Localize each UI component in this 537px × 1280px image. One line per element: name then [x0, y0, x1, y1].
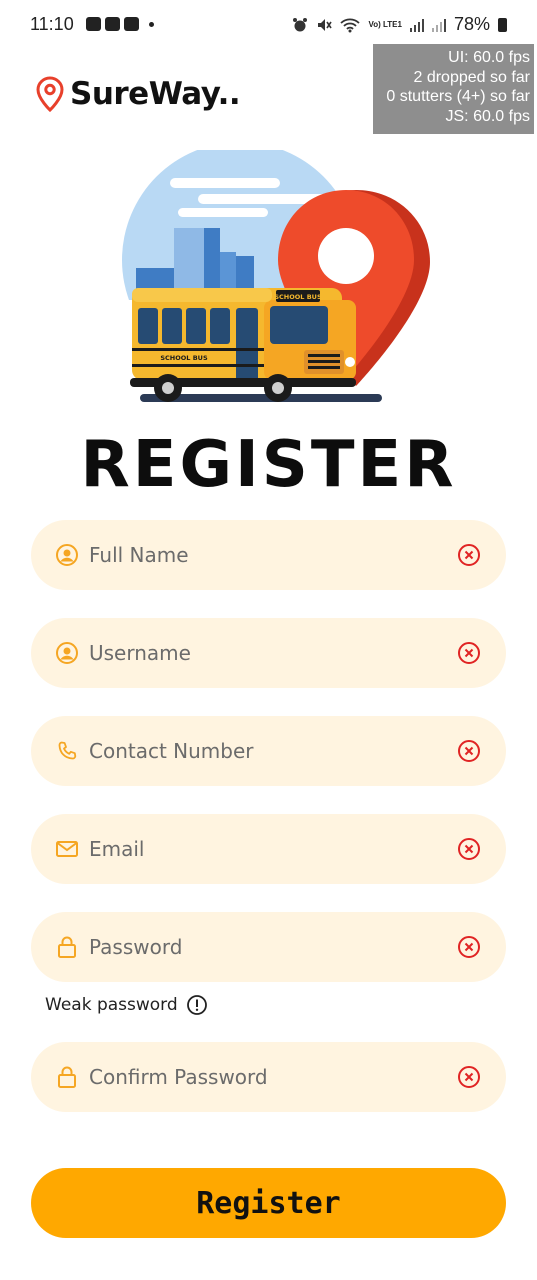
confirm-password-field-container	[31, 1042, 506, 1112]
password-field-container	[31, 912, 506, 982]
password-strength-hint: Weak password	[45, 994, 208, 1016]
username-input[interactable]	[89, 636, 449, 670]
fps-ui: UI: 60.0 fps	[448, 49, 530, 66]
contact-number-input[interactable]	[89, 734, 449, 768]
register-button[interactable]: Register	[31, 1168, 506, 1238]
confirm-password-input[interactable]	[89, 1060, 449, 1094]
mute-icon	[318, 18, 333, 31]
network-type: Vo) LTE1	[368, 19, 402, 29]
full-name-input[interactable]	[89, 538, 449, 572]
bus-side-label: SCHOOL BUS	[160, 354, 208, 362]
full-name-field-container	[31, 520, 506, 590]
contact-field-container	[31, 716, 506, 786]
password-input[interactable]	[89, 930, 449, 964]
map-pin-icon	[36, 76, 64, 112]
battery-icon	[498, 17, 507, 32]
email-field-container	[31, 814, 506, 884]
page-title: REGISTER	[80, 428, 457, 502]
clear-username-icon[interactable]	[457, 641, 481, 665]
clear-password-icon[interactable]	[457, 935, 481, 959]
app-logo: SureWay..	[36, 76, 241, 112]
school-bus-illustration: SCHOOL BUS SCHOOL BUS	[118, 150, 438, 412]
signal-icon-2	[431, 18, 446, 32]
user-circle-icon	[56, 544, 78, 566]
email-input[interactable]	[89, 832, 449, 866]
lock-icon	[58, 936, 76, 958]
status-time: 11:10	[30, 14, 74, 34]
user-circle-icon	[56, 642, 78, 664]
fps-js: JS: 60.0 fps	[445, 107, 531, 125]
alarm-icon	[293, 17, 308, 31]
status-right: Vo) LTE1 78%	[292, 14, 507, 35]
fps-stutters: 0 stutters (4+) so far	[386, 88, 530, 105]
clear-confirm-password-icon[interactable]	[457, 1065, 481, 1089]
phone-icon	[58, 741, 77, 760]
notification-icons	[86, 17, 154, 31]
info-icon	[186, 995, 207, 1015]
gallery-notification-icon	[86, 17, 101, 31]
bus-sign-text: SCHOOL BUS	[274, 293, 322, 301]
youtube-notification-icon	[105, 17, 120, 31]
status-bar: 11:10 Vo) LTE1 78%	[0, 0, 537, 50]
clear-full-name-icon[interactable]	[457, 543, 481, 567]
lock-icon	[58, 1066, 76, 1088]
youtube-notification-icon	[124, 17, 139, 31]
more-notifications-icon	[149, 21, 154, 27]
clear-contact-icon[interactable]	[457, 739, 481, 763]
battery-percent: 78%	[453, 14, 490, 34]
wifi-icon	[340, 18, 361, 32]
signal-icon	[409, 18, 424, 32]
fps-monitor: UI: 60.0 fps 2 dropped so far 0 stutters…	[373, 44, 534, 134]
mail-icon	[56, 841, 78, 857]
clear-email-icon[interactable]	[457, 837, 481, 861]
brand-name: SureWay..	[70, 76, 241, 112]
username-field-container	[31, 618, 506, 688]
fps-dropped: 2 dropped so far	[413, 68, 530, 86]
password-strength-text: Weak password	[45, 995, 178, 1015]
